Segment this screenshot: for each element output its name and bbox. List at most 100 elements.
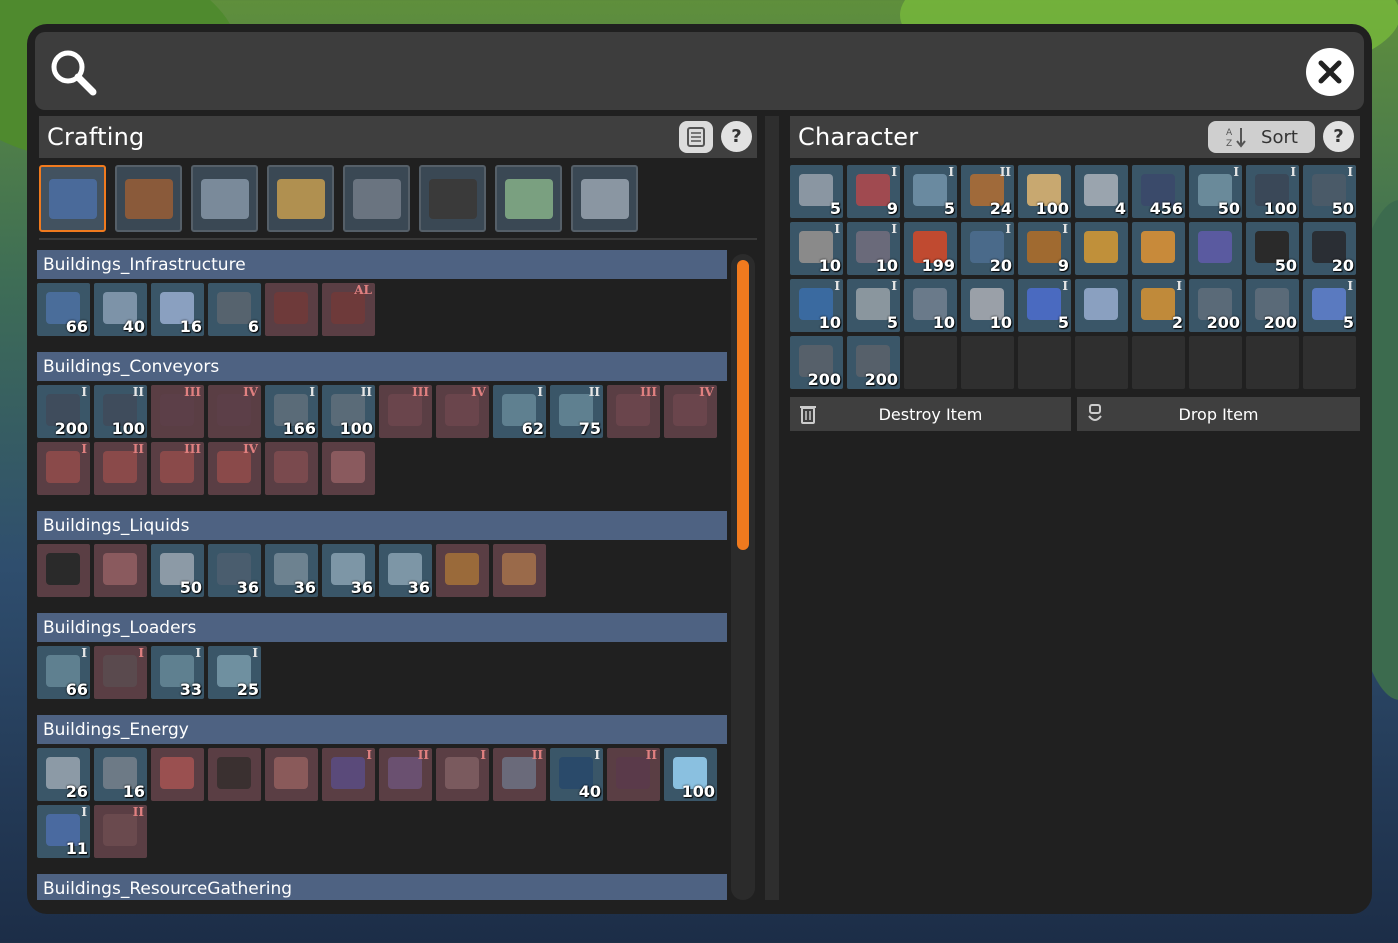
character-help-button[interactable]: ? [1323, 121, 1354, 152]
inventory-slot[interactable]: I2 [1132, 279, 1185, 332]
recipe-slot[interactable]: IV [436, 385, 489, 438]
inventory-slot[interactable] [961, 336, 1014, 389]
recipe-slot[interactable]: 26 [37, 748, 90, 801]
inventory-slot[interactable]: 10 [904, 279, 957, 332]
recipe-slot[interactable] [322, 442, 375, 495]
recipe-slot[interactable]: I [322, 748, 375, 801]
inventory-slot[interactable]: 200 [1246, 279, 1299, 332]
recipe-slot[interactable]: III [607, 385, 660, 438]
inventory-slot[interactable]: 200 [1189, 279, 1242, 332]
recipe-slot[interactable]: III [151, 385, 204, 438]
inventory-slot[interactable]: 4 [1075, 165, 1128, 218]
recipe-slot[interactable]: 36 [379, 544, 432, 597]
inventory-slot[interactable]: I 50 [1189, 165, 1242, 218]
recipe-slot[interactable]: I [436, 748, 489, 801]
recipe-slot[interactable]: AL [322, 283, 375, 336]
inventory-slot[interactable]: 200 [847, 336, 900, 389]
recipe-slot[interactable]: III [379, 385, 432, 438]
recipe-slot[interactable]: 16 [94, 748, 147, 801]
recipe-slot[interactable] [265, 748, 318, 801]
inventory-slot[interactable] [1075, 336, 1128, 389]
inventory-slot[interactable]: I 10 [847, 222, 900, 275]
inventory-slot[interactable] [1132, 222, 1185, 275]
inventory-slot[interactable] [1075, 222, 1128, 275]
recipe-slot[interactable]: 36 [208, 544, 261, 597]
search-icon[interactable] [47, 46, 99, 98]
crafting-tab[interactable] [39, 165, 106, 232]
scrollbar-thumb[interactable] [737, 260, 749, 550]
recipe-slot[interactable] [493, 544, 546, 597]
inventory-slot[interactable]: I5 [904, 165, 957, 218]
crafting-help-button[interactable]: ? [721, 121, 752, 152]
inventory-slot[interactable]: 5 [790, 165, 843, 218]
inventory-slot[interactable]: 50 [1246, 222, 1299, 275]
recipe-slot[interactable]: II [379, 748, 432, 801]
recipe-slot[interactable]: IV [664, 385, 717, 438]
recipe-slot[interactable]: II 75 [550, 385, 603, 438]
inventory-slot[interactable]: 199 [904, 222, 957, 275]
crafting-tab[interactable] [571, 165, 638, 232]
crafting-tab[interactable] [191, 165, 258, 232]
inventory-slot[interactable] [1132, 336, 1185, 389]
close-button[interactable] [1306, 48, 1354, 96]
recipe-slot[interactable]: I 40 [550, 748, 603, 801]
inventory-slot[interactable]: I 50 [1303, 165, 1356, 218]
recipe-slot[interactable]: I [37, 442, 90, 495]
inventory-slot[interactable]: 10 [961, 279, 1014, 332]
inventory-slot[interactable] [1075, 279, 1128, 332]
crafting-tab[interactable] [343, 165, 410, 232]
recipe-slot[interactable]: IV [208, 442, 261, 495]
recipe-slot[interactable]: 36 [265, 544, 318, 597]
crafting-tab[interactable] [267, 165, 334, 232]
recipe-slot[interactable]: 16 [151, 283, 204, 336]
recipe-slot[interactable] [151, 748, 204, 801]
recipe-slot[interactable]: II [607, 748, 660, 801]
recipe-slot[interactable]: III [151, 442, 204, 495]
recipe-scrollbar[interactable] [731, 254, 755, 900]
inventory-slot[interactable] [1246, 336, 1299, 389]
inventory-slot[interactable] [1303, 336, 1356, 389]
recipe-slot[interactable]: I 11 [37, 805, 90, 858]
recipe-slot[interactable]: II [94, 442, 147, 495]
recipe-slot[interactable]: IV [208, 385, 261, 438]
inventory-slot[interactable]: I9 [847, 165, 900, 218]
recipe-slot[interactable] [94, 544, 147, 597]
recipe-slot[interactable]: I 66 [37, 646, 90, 699]
recipe-slot[interactable]: II [493, 748, 546, 801]
recipe-slot[interactable]: I 166 [265, 385, 318, 438]
recipe-slot[interactable] [436, 544, 489, 597]
inventory-slot[interactable]: I 20 [961, 222, 1014, 275]
recipe-slot[interactable] [208, 748, 261, 801]
recipe-slot[interactable]: I 25 [208, 646, 261, 699]
recipe-slot[interactable]: I [94, 646, 147, 699]
inventory-slot[interactable] [1189, 222, 1242, 275]
recipe-slot[interactable]: 36 [322, 544, 375, 597]
inventory-slot[interactable]: 456 [1132, 165, 1185, 218]
recipe-slot[interactable]: II 100 [94, 385, 147, 438]
inventory-slot[interactable] [1018, 336, 1071, 389]
inventory-slot[interactable]: 200 [790, 336, 843, 389]
recipe-slot[interactable]: II [94, 805, 147, 858]
drop-item-button[interactable]: Drop Item [1077, 397, 1360, 431]
recipe-slot[interactable] [37, 544, 90, 597]
inventory-slot[interactable]: I 10 [790, 222, 843, 275]
crafting-tab[interactable] [495, 165, 562, 232]
inventory-slot[interactable]: I5 [1303, 279, 1356, 332]
inventory-slot[interactable] [1189, 336, 1242, 389]
recipe-slot[interactable]: 100 [664, 748, 717, 801]
destroy-item-button[interactable]: Destroy Item [790, 397, 1071, 431]
crafting-tab[interactable] [419, 165, 486, 232]
inventory-slot[interactable]: 20 [1303, 222, 1356, 275]
inventory-slot[interactable]: I 100 [1246, 165, 1299, 218]
inventory-slot[interactable]: I5 [847, 279, 900, 332]
recipe-slot[interactable]: I 62 [493, 385, 546, 438]
recipe-slot[interactable]: 6 [208, 283, 261, 336]
inventory-slot[interactable]: II 24 [961, 165, 1014, 218]
inventory-slot[interactable]: I9 [1018, 222, 1071, 275]
recipe-slot[interactable]: I 200 [37, 385, 90, 438]
inventory-slot[interactable]: I 10 [790, 279, 843, 332]
search-bar[interactable] [35, 32, 1364, 110]
inventory-slot[interactable]: I5 [1018, 279, 1071, 332]
sort-button[interactable]: A Z Sort [1208, 121, 1315, 153]
inventory-slot[interactable] [904, 336, 957, 389]
